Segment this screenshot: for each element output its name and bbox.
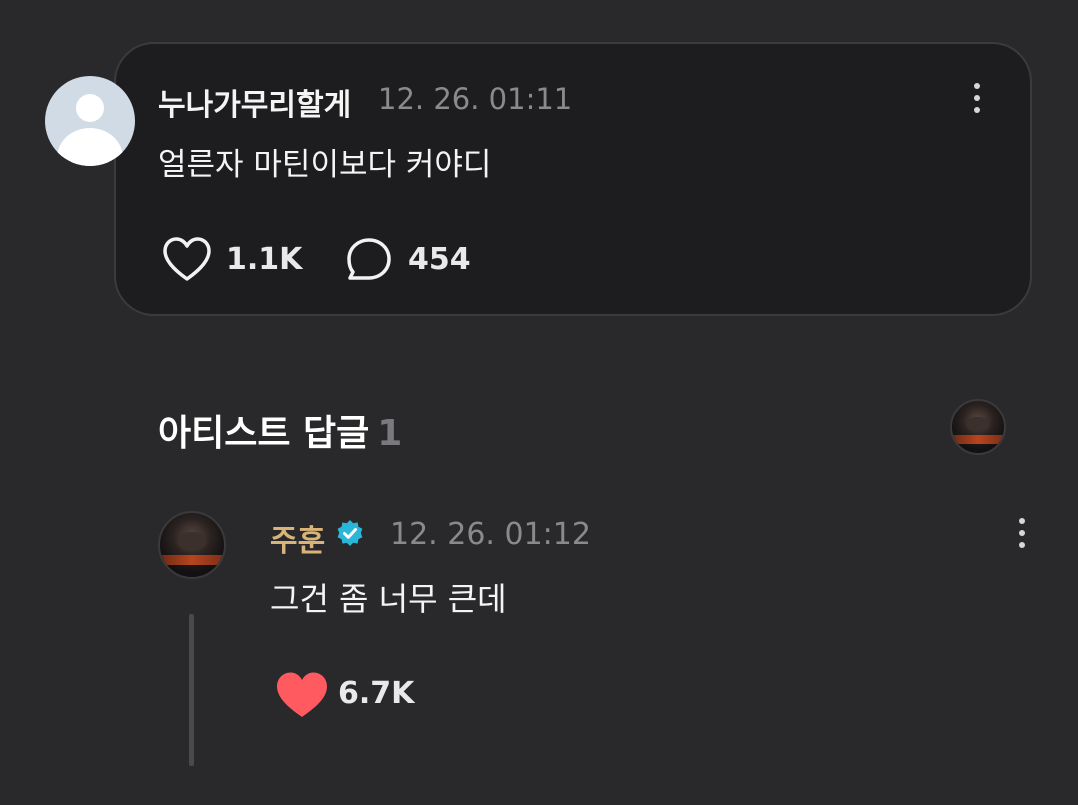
like-heart-icon[interactable]: [160, 234, 214, 284]
artist-replies-heading: 아티스트 답글 1: [158, 404, 402, 456]
comment-username[interactable]: 누나가무리할게: [158, 80, 351, 124]
reply-bubble-icon[interactable]: [344, 235, 394, 283]
reply-more-options-icon[interactable]: [1012, 513, 1032, 553]
verified-badge-icon: [337, 520, 363, 546]
comment-like-count: 1.1K: [226, 242, 303, 277]
comment-text: 얼른자 마틴이보다 커야디: [158, 147, 492, 183]
reply-timestamp: 12. 26. 01:12: [390, 517, 591, 552]
reply-like-count: 6.7K: [338, 676, 415, 711]
comment-thread-screen: 누나가무리할게 12. 26. 01:11 얼른자 마틴이보다 커야디 1.1K…: [0, 0, 1078, 805]
reply-text: 그건 좀 너무 큰데: [270, 580, 507, 618]
comment-reply-count: 454: [408, 242, 471, 277]
artist-replies-count: 1: [377, 413, 403, 454]
avatar-head-shape: [76, 94, 104, 122]
artist-replies-title: 아티스트 답글: [158, 413, 370, 454]
reply-username[interactable]: 주훈: [270, 516, 325, 560]
liked-heart-icon[interactable]: [275, 670, 329, 720]
avatar-body-shape: [57, 128, 123, 166]
user-avatar[interactable]: [45, 76, 135, 166]
comment-more-options-icon[interactable]: [967, 78, 987, 118]
comment-timestamp: 12. 26. 01:11: [378, 82, 573, 116]
artist-avatar-small[interactable]: [950, 399, 1006, 455]
artist-avatar[interactable]: [158, 511, 226, 579]
thread-connector-line: [189, 614, 194, 766]
